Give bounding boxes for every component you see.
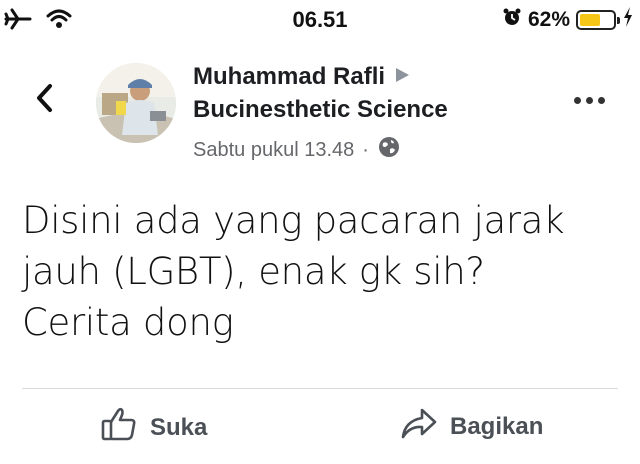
action-divider (22, 388, 618, 389)
alarm-icon (502, 7, 522, 32)
post-meta: Sabtu pukul 13.48 · (193, 135, 401, 165)
author-avatar[interactable] (96, 63, 176, 143)
author-line: Muhammad Rafli (193, 63, 411, 91)
chevron-left-icon (37, 84, 52, 112)
more-options-button[interactable] (574, 92, 614, 108)
author-name[interactable]: Muhammad Rafli (193, 63, 385, 91)
post-line: Disini ada yang pacaran jarak (22, 199, 565, 242)
battery-percent: 62% (527, 7, 570, 31)
status-right: 62% (502, 6, 634, 33)
battery-nub (617, 16, 620, 24)
post-line: Cerita dong (22, 301, 234, 344)
battery-fill (580, 13, 600, 26)
status-bar: 06.51 62% (0, 0, 640, 40)
more-dot (574, 96, 581, 104)
thumbs-up-icon (100, 406, 138, 449)
avatar-image (96, 63, 176, 143)
play-arrow-icon (393, 63, 411, 91)
post-text: Disini ada yang pacaran jarak jauh (LGBT… (22, 195, 622, 348)
group-name[interactable]: Bucinesthetic Science (193, 96, 448, 124)
post-timestamp[interactable]: Sabtu pukul 13.48 (193, 139, 354, 162)
more-dot (586, 96, 593, 104)
charging-icon (622, 6, 634, 33)
post-line: jauh (LGBT), enak gk sih? (22, 250, 485, 293)
share-button[interactable]: Bagikan (400, 406, 543, 447)
like-label: Suka (150, 413, 208, 441)
more-dot (598, 96, 605, 104)
share-arrow-icon (400, 406, 438, 447)
share-label: Bagikan (450, 412, 544, 440)
meta-separator: · (362, 138, 369, 161)
battery-icon (576, 9, 620, 30)
globe-icon (377, 135, 401, 165)
back-button[interactable] (30, 78, 60, 118)
like-button[interactable]: Suka (100, 406, 207, 449)
